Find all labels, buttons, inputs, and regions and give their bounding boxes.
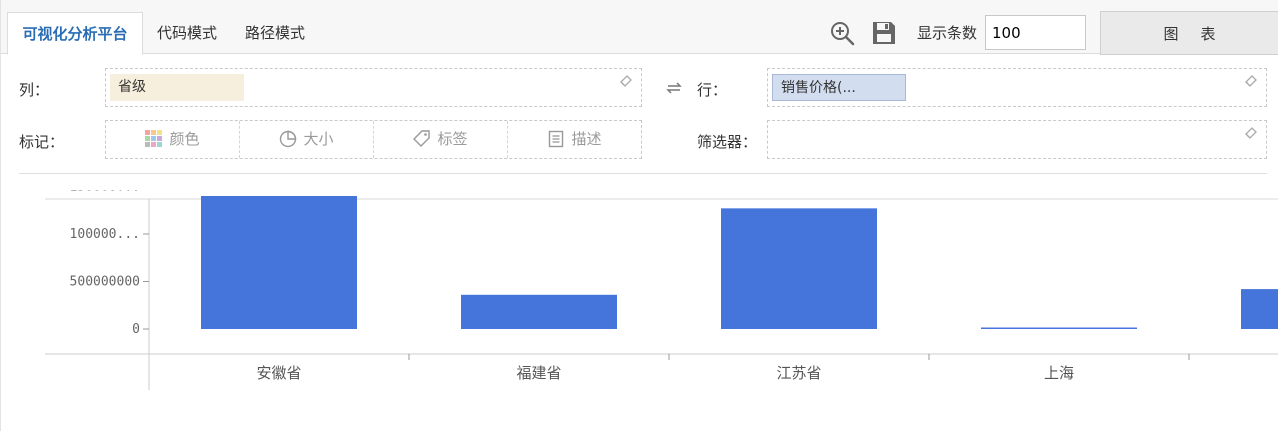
bar [981, 327, 1137, 329]
x-tick-label: 江苏省 [776, 364, 821, 382]
bar [1241, 289, 1278, 329]
size-icon [280, 130, 297, 148]
rows-shelf[interactable]: 销售价格(... [767, 68, 1267, 107]
mark-size-label: 大小 [303, 130, 334, 148]
eraser-icon[interactable] [1244, 125, 1258, 139]
columns-label: 列： [19, 81, 50, 99]
eraser-icon[interactable] [619, 73, 633, 87]
x-tick-label: 福建省 [516, 364, 561, 382]
columns-pill[interactable]: 省级 [110, 74, 244, 101]
display-count-input[interactable] [985, 15, 1086, 50]
tab-code-mode[interactable]: 代码模式 [157, 12, 217, 54]
y-tick-label: 100000... [70, 227, 140, 242]
x-tick-label: 上海 [1044, 364, 1074, 382]
mark-color-label: 颜色 [169, 130, 200, 148]
top-toolbar: 可视化分析平台 代码模式 路径模式 显示条数 图表 [1, 0, 1278, 55]
swap-icon[interactable] [665, 80, 683, 96]
columns-shelf[interactable]: 省级 [105, 68, 642, 107]
filter-label: 筛选器： [697, 133, 758, 151]
description-icon [549, 130, 564, 148]
y-tick-label: 0 [132, 322, 140, 337]
tab-visual-analysis[interactable]: 可视化分析平台 [7, 12, 143, 55]
mark-description[interactable]: 描述 [508, 121, 641, 158]
bar-chart: 0 500000000 100000... 150000... 安徽省 福建省 江苏省 上海 [45, 190, 1278, 390]
tab-path-mode[interactable]: 路径模式 [245, 12, 305, 54]
rows-label: 行： [697, 81, 728, 99]
save-icon[interactable] [871, 20, 897, 46]
mark-tag-label: 标签 [437, 130, 468, 148]
zoom-in-icon[interactable] [829, 20, 855, 46]
eraser-icon[interactable] [1244, 73, 1258, 87]
x-tick-label: 安徽省 [256, 364, 301, 382]
chart-button[interactable]: 图表 [1100, 11, 1278, 55]
divider [19, 173, 1267, 174]
bar [721, 208, 877, 329]
bar [461, 294, 617, 329]
mark-tag[interactable]: 标签 [374, 121, 508, 158]
mark-color[interactable]: 颜色 [106, 121, 240, 158]
marks-label: 标记： [19, 133, 65, 151]
bar [201, 196, 357, 329]
color-grid-icon [145, 130, 163, 147]
display-count-label: 显示条数 [917, 24, 978, 42]
mark-size[interactable]: 大小 [240, 121, 374, 158]
filter-shelf[interactable] [767, 120, 1267, 159]
mark-description-label: 描述 [571, 130, 602, 148]
rows-pill[interactable]: 销售价格(... [772, 74, 906, 101]
tag-icon [413, 130, 431, 147]
y-tick-label: 150000... [70, 190, 140, 195]
app-window: 可视化分析平台 代码模式 路径模式 显示条数 图表 列： 省级 行： [0, 0, 1278, 431]
y-tick-label: 500000000 [70, 275, 140, 290]
marks-shelf: 颜色 大小 标签 描述 [105, 120, 642, 159]
